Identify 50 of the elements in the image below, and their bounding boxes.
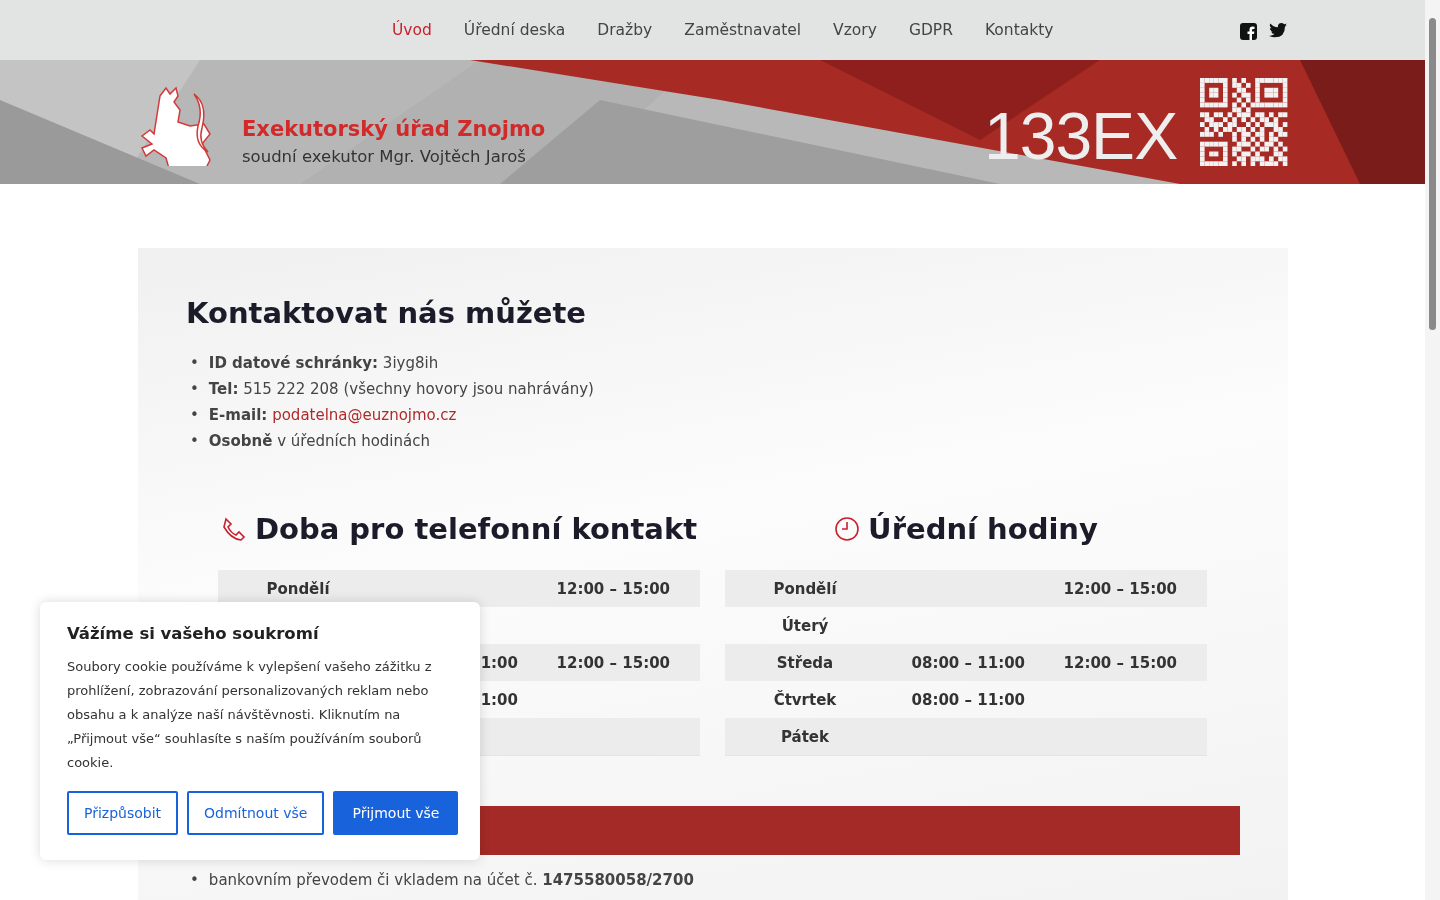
time-cell: 12:00 – 15:00 bbox=[556, 579, 670, 598]
time-cell: 12:00 – 15:00 bbox=[1063, 579, 1177, 598]
time-cell: 08:00 – 11:00 bbox=[911, 653, 1025, 672]
list-bullet: • bbox=[190, 431, 199, 451]
phone-icon bbox=[220, 516, 247, 542]
list-bullet: • bbox=[190, 379, 199, 399]
day-cell: Pátek bbox=[780, 727, 829, 746]
nav-link[interactable]: Vzory bbox=[833, 21, 877, 39]
clock-icon bbox=[834, 516, 861, 542]
contact-item: ID datové schránky: 3iyg8ih bbox=[208, 353, 439, 373]
twitter-icon[interactable] bbox=[1269, 23, 1287, 38]
contact-item: E-mail: podatelna@euznojmo.cz bbox=[208, 405, 457, 425]
time-cell: 1:00 bbox=[480, 690, 518, 709]
day-cell: Pondělí bbox=[773, 579, 837, 598]
office-title: Exekutorský úřad Znojmo bbox=[242, 117, 546, 141]
day-cell: Úterý bbox=[781, 616, 829, 635]
nav-link[interactable]: Úvod bbox=[392, 21, 432, 39]
nav-link[interactable]: Dražby bbox=[597, 21, 653, 39]
qr-code-icon bbox=[1200, 78, 1288, 166]
dialog-button[interactable]: Přizpůsobit bbox=[67, 791, 179, 835]
day-cell: Pondělí bbox=[266, 579, 330, 598]
time-cell: 1:00 bbox=[480, 653, 518, 672]
payment-item: bankovním převodem či vkladem na účet č. 1475580058/2700 bbox=[208, 870, 694, 890]
contact-item: Osobně v úředních hodinách bbox=[208, 431, 430, 451]
day-cell: Středa bbox=[776, 653, 834, 672]
time-cell: 12:00 – 15:00 bbox=[1063, 653, 1177, 672]
email-link[interactable]: podatelna@euznojmo.cz bbox=[272, 406, 457, 424]
facebook-icon[interactable] bbox=[1240, 23, 1257, 40]
office-code: 133EX bbox=[984, 98, 1178, 174]
day-cell: Čtvrtek bbox=[773, 690, 837, 709]
dialog-text: Soubory cookie používáme k vylepšení vašeho zážitku z prohlížení, zobrazování personalizovaných reklam nebo obsahu a k analýze naší návštěvnosti. Kliknutím na „Přijmout vše“ souhlasíte s naším používáním souborů cookie. bbox=[67, 658, 433, 772]
accept-button[interactable]: Přijmout vše bbox=[333, 791, 459, 835]
list-bullet: • bbox=[190, 870, 199, 890]
list-bullet: • bbox=[190, 405, 199, 425]
schedule-heading: Doba pro telefonní kontakt bbox=[254, 512, 698, 546]
nav-link[interactable]: GDPR bbox=[908, 21, 953, 39]
list-bullet: • bbox=[190, 353, 199, 373]
nav-link[interactable]: Kontakty bbox=[984, 21, 1054, 39]
dialog-title: Vážíme si vašeho soukromí bbox=[67, 624, 320, 643]
schedule-heading: Úřední hodiny bbox=[868, 512, 1098, 546]
time-cell: 08:00 – 11:00 bbox=[911, 690, 1025, 709]
scrollbar-thumb[interactable] bbox=[1429, 18, 1436, 330]
office-subtitle: soudní exekutor Mgr. Vojtěch Jaroš bbox=[242, 147, 526, 166]
contact-item: Tel: 515 222 208 (všechny hovory jsou nahrávány) bbox=[208, 379, 594, 399]
scrollbar[interactable] bbox=[1425, 0, 1440, 900]
nav-link[interactable]: Úřední deska bbox=[463, 21, 566, 39]
nav-link[interactable]: Zaměstnavatel bbox=[684, 21, 802, 39]
section-heading: Kontaktovat nás můžete bbox=[186, 296, 587, 330]
time-cell: 12:00 – 15:00 bbox=[556, 653, 670, 672]
dialog-button[interactable]: Odmítnout vše bbox=[187, 791, 325, 835]
